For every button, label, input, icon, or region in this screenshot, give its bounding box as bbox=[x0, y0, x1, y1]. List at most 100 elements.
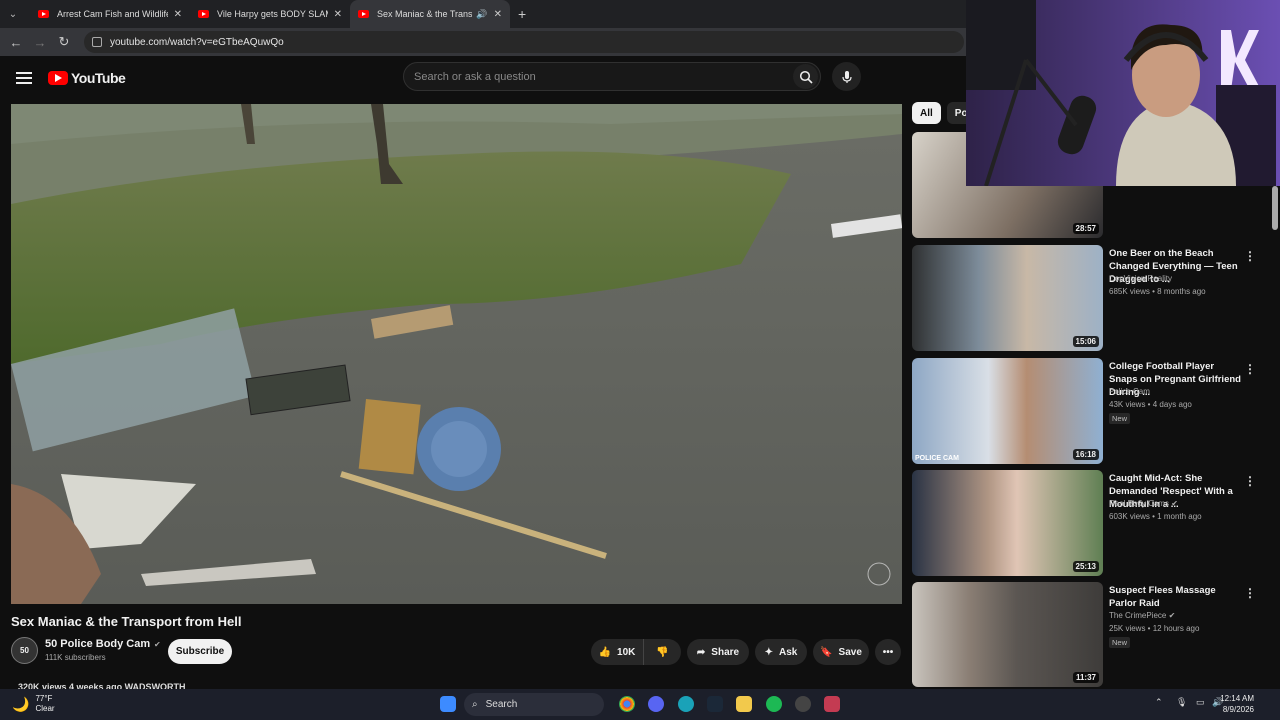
page-scrollbar[interactable] bbox=[1272, 186, 1278, 230]
recommended-channel-name[interactable]: Real Body Cams bbox=[1109, 499, 1169, 508]
youtube-logo-text: YouTube bbox=[71, 70, 126, 86]
search-icon bbox=[799, 70, 813, 84]
ask-button[interactable]: ✦ Ask bbox=[755, 639, 807, 665]
more-horizontal-icon: ••• bbox=[882, 646, 894, 658]
channel-info: 50 50 Police Body Cam ✔ 111K subscribers bbox=[11, 637, 161, 664]
recommended-video[interactable]: 25:13 Caught Mid-Act: She Demanded 'Resp… bbox=[912, 470, 1272, 576]
tab-search-chevron-icon[interactable]: ⌄ bbox=[2, 3, 24, 25]
weather-widget[interactable]: 🌙 77°F Clear bbox=[12, 694, 55, 714]
new-badge: New bbox=[1109, 413, 1131, 424]
spotify-icon[interactable] bbox=[766, 696, 782, 712]
video-duration: 28:57 bbox=[1072, 223, 1099, 234]
dislike-button[interactable]: 👎 bbox=[643, 639, 681, 665]
microphone-tray-icon[interactable]: 🎙 bbox=[1176, 697, 1187, 708]
steam-icon[interactable] bbox=[707, 696, 723, 712]
channel-subscriber-count: 111K subscribers bbox=[45, 653, 106, 662]
recommended-video[interactable]: 11:37 Suspect Flees Massage Parlor Raid … bbox=[912, 582, 1272, 688]
url-field[interactable]: youtube.com/watch?v=eGTbeAQuwQo bbox=[84, 31, 964, 53]
youtube-favicon-icon bbox=[38, 10, 49, 18]
ask-label: Ask bbox=[779, 646, 798, 658]
discord-icon[interactable] bbox=[648, 696, 664, 712]
video-thumbnail[interactable]: 15:06 bbox=[912, 245, 1103, 351]
windows-start-icon[interactable] bbox=[440, 696, 456, 712]
like-button[interactable]: 👍 10K bbox=[591, 639, 643, 665]
voice-search-button[interactable] bbox=[832, 62, 861, 91]
video-thumbnail[interactable]: 25:13 bbox=[912, 470, 1103, 576]
system-clock[interactable]: 12:14 AM 8/9/2026 bbox=[1220, 693, 1254, 715]
channel-avatar-text: 50 bbox=[20, 646, 29, 655]
taskbar-search[interactable]: ⌕ Search bbox=[464, 693, 604, 716]
browser-tab-active[interactable]: Sex Maniac & the Transpor 🔊 ✕ bbox=[350, 0, 510, 28]
app-icon[interactable] bbox=[795, 696, 811, 712]
recommended-channel[interactable]: Real Body Cams ✔ bbox=[1109, 499, 1178, 508]
recommended-video-title[interactable]: Suspect Flees Massage Parlor Raid bbox=[1109, 584, 1244, 610]
video-thumbnail[interactable]: POLICE CAM 16:18 bbox=[912, 358, 1103, 464]
more-vertical-icon[interactable]: ⋮ bbox=[1244, 362, 1256, 376]
weather-condition: Clear bbox=[35, 704, 55, 713]
youtube-logo[interactable]: YouTube bbox=[48, 70, 126, 86]
display-tray-icon[interactable]: ▭ bbox=[1196, 697, 1205, 708]
url-text: youtube.com/watch?v=eGTbeAQuwQo bbox=[110, 36, 284, 48]
search-icon: ⌕ bbox=[472, 699, 478, 710]
clock-time: 12:14 AM bbox=[1220, 694, 1254, 703]
recommended-video-stats: 603K views • 1 month ago bbox=[1109, 512, 1202, 521]
save-button[interactable]: 🔖 Save bbox=[813, 639, 869, 665]
chip-all[interactable]: All bbox=[912, 102, 941, 124]
file-explorer-icon[interactable] bbox=[736, 696, 752, 712]
recommended-video[interactable]: POLICE CAM 16:18 College Football Player… bbox=[912, 358, 1272, 464]
video-duration: 11:37 bbox=[1072, 672, 1099, 683]
channel-avatar[interactable]: 50 bbox=[11, 637, 38, 664]
new-tab-icon[interactable]: + bbox=[518, 6, 526, 22]
chrome-icon[interactable] bbox=[619, 696, 635, 712]
close-tab-icon[interactable]: ✕ bbox=[494, 9, 502, 20]
edge-icon[interactable] bbox=[678, 696, 694, 712]
search-input[interactable]: Search or ask a question bbox=[403, 62, 821, 91]
thumbs-up-icon: 👍 bbox=[598, 646, 612, 658]
subscribe-button[interactable]: Subscribe bbox=[168, 639, 232, 664]
back-arrow-icon[interactable]: ← bbox=[4, 35, 28, 50]
more-vertical-icon[interactable]: ⋮ bbox=[1244, 249, 1256, 263]
forward-arrow-icon[interactable]: → bbox=[28, 35, 52, 50]
recommended-video[interactable]: 15:06 One Beer on the Beach Changed Ever… bbox=[912, 245, 1272, 351]
close-tab-icon[interactable]: ✕ bbox=[334, 9, 342, 20]
search-placeholder: Search or ask a question bbox=[414, 70, 536, 83]
more-vertical-icon[interactable]: ⋮ bbox=[1244, 586, 1256, 600]
share-button[interactable]: ➦ Share bbox=[687, 639, 749, 665]
youtube-favicon-icon bbox=[198, 10, 209, 18]
clock-date: 8/9/2026 bbox=[1222, 705, 1254, 714]
recommended-channel-name[interactable]: Police Cam bbox=[1109, 387, 1150, 396]
app-icon[interactable] bbox=[824, 696, 840, 712]
chevron-up-icon[interactable]: ⌃ bbox=[1155, 697, 1163, 708]
video-duration: 15:06 bbox=[1072, 336, 1099, 347]
audio-playing-icon[interactable]: 🔊 bbox=[476, 9, 487, 20]
more-vertical-icon[interactable]: ⋮ bbox=[1244, 474, 1256, 488]
like-count: 10K bbox=[617, 646, 636, 658]
bookmark-icon: 🔖 bbox=[820, 646, 833, 658]
channel-name[interactable]: 50 Police Body Cam bbox=[45, 638, 150, 650]
youtube-play-icon bbox=[48, 71, 68, 85]
streamer-webcam-overlay bbox=[966, 0, 1280, 186]
search-button[interactable] bbox=[793, 64, 818, 89]
recommended-channel[interactable]: The CrimePiece ✔ bbox=[1109, 611, 1175, 620]
video-duration: 16:18 bbox=[1072, 449, 1099, 460]
save-label: Save bbox=[838, 646, 862, 658]
moon-weather-icon: 🌙 bbox=[12, 695, 30, 712]
video-thumbnail[interactable]: 11:37 bbox=[912, 582, 1103, 687]
close-tab-icon[interactable]: ✕ bbox=[174, 9, 182, 20]
tab-title: Vile Harpy gets BODY SLAMMI bbox=[217, 9, 328, 19]
browser-tab[interactable]: Vile Harpy gets BODY SLAMMI ✕ bbox=[190, 0, 350, 28]
reload-icon[interactable]: ↻ bbox=[52, 34, 76, 50]
more-actions-button[interactable]: ••• bbox=[875, 639, 901, 665]
youtube-favicon-icon bbox=[358, 10, 369, 18]
taskbar-search-label: Search bbox=[485, 699, 518, 710]
verified-check-icon: ✔ bbox=[154, 640, 161, 649]
recommended-video-stats: 25K views • 12 hours ago bbox=[1109, 624, 1200, 633]
browser-tab[interactable]: Arrest Cam Fish and Wildlife - Y ✕ bbox=[30, 0, 190, 28]
hamburger-menu-icon[interactable] bbox=[16, 72, 32, 84]
video-player[interactable] bbox=[11, 104, 902, 604]
thumbnail-label: POLICE CAM bbox=[915, 455, 959, 462]
recommended-channel-name[interactable]: CopVision Reality bbox=[1109, 274, 1172, 283]
webcam-image bbox=[966, 0, 1280, 186]
recommended-channel-name[interactable]: The CrimePiece bbox=[1109, 611, 1166, 620]
site-info-icon[interactable] bbox=[92, 37, 102, 47]
